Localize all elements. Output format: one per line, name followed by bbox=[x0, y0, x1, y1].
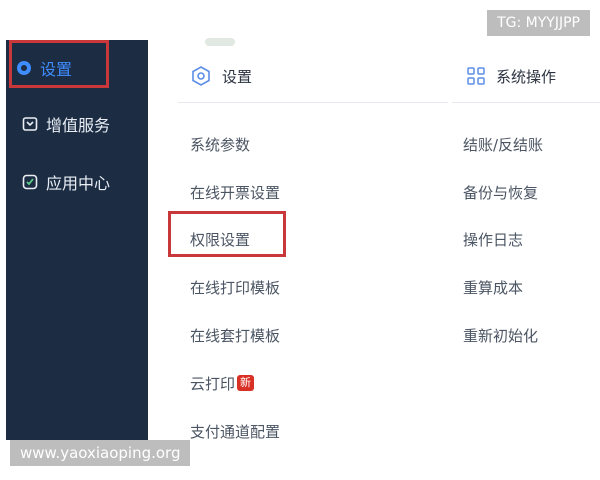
watermark-url: www.yaoxiaoping.org bbox=[10, 440, 191, 466]
menu-item-reinitialize[interactable]: 重新初始化 bbox=[463, 321, 538, 349]
sidebar-item-value-added[interactable]: 增值服务 bbox=[6, 104, 148, 144]
menu-item-recalculate-cost[interactable]: 重算成本 bbox=[463, 273, 523, 301]
sidebar-item-label: 应用中心 bbox=[46, 174, 111, 193]
section-title: 系统操作 bbox=[496, 67, 557, 86]
app-center-icon bbox=[22, 174, 38, 190]
menu-item-backup-restore[interactable]: 备份与恢复 bbox=[463, 178, 538, 206]
menu-item-system-params[interactable]: 系统参数 bbox=[190, 130, 250, 158]
sidebar-item-label: 增值服务 bbox=[46, 116, 111, 135]
menu-item-online-overlay-template[interactable]: 在线套打模板 bbox=[190, 321, 280, 349]
section-header-system-ops: 系统操作 bbox=[466, 56, 556, 96]
value-added-icon bbox=[22, 116, 38, 132]
menu-item-operation-log[interactable]: 操作日志 bbox=[463, 225, 523, 253]
divider bbox=[178, 102, 448, 103]
grid-icon bbox=[466, 66, 486, 86]
menu-item-online-print-template[interactable]: 在线打印模板 bbox=[190, 273, 280, 301]
menu-item-checkout[interactable]: 结账/反结账 bbox=[463, 130, 543, 158]
menu-item-online-invoice-settings[interactable]: 在线开票设置 bbox=[190, 178, 280, 206]
menu-item-cloud-print[interactable]: 云打印 新 bbox=[190, 369, 255, 397]
watermark-tg: TG: MYYJJPP bbox=[487, 10, 590, 36]
sidebar: 设置 增值服务 应用中心 bbox=[6, 40, 148, 440]
menu-item-permission-settings[interactable]: 权限设置 bbox=[190, 225, 250, 253]
section-title: 设置 bbox=[222, 67, 253, 86]
highlight-box-settings bbox=[9, 40, 109, 88]
new-badge: 新 bbox=[237, 375, 255, 391]
section-header-settings: 设置 bbox=[190, 56, 252, 96]
logo-fragment bbox=[205, 38, 235, 46]
gear-icon bbox=[190, 65, 212, 87]
divider bbox=[452, 102, 600, 103]
sidebar-item-app-center[interactable]: 应用中心 bbox=[6, 162, 148, 202]
menu-item-payment-channel-config[interactable]: 支付通道配置 bbox=[190, 417, 280, 445]
